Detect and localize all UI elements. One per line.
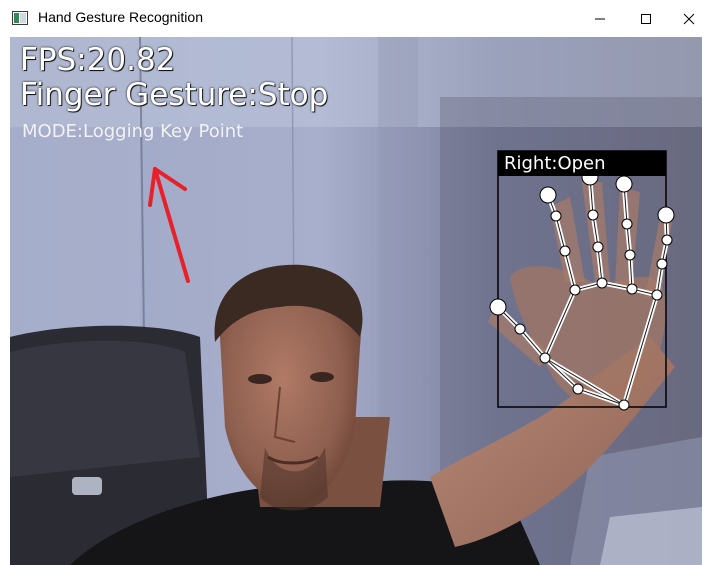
maximize-icon bbox=[641, 13, 651, 24]
close-button[interactable] bbox=[666, 0, 712, 37]
fps-readout: FPS:20.82 bbox=[20, 42, 176, 78]
red-arrow-annotation bbox=[148, 167, 190, 283]
app-icon bbox=[12, 11, 28, 25]
mode-readout: MODE:Logging Key Point bbox=[22, 121, 244, 142]
finger-gesture-readout: Finger Gesture:Stop bbox=[20, 77, 329, 113]
camera-feed: FPS:20.82 Finger Gesture:Stop MODE:Loggi… bbox=[10, 37, 702, 565]
minimize-icon bbox=[595, 18, 605, 19]
hand-label: Right:Open bbox=[504, 153, 606, 174]
close-icon bbox=[683, 13, 695, 24]
minimize-button[interactable] bbox=[577, 0, 623, 37]
window-title: Hand Gesture Recognition bbox=[38, 9, 203, 25]
maximize-button[interactable] bbox=[623, 0, 669, 37]
window-titlebar[interactable]: Hand Gesture Recognition bbox=[0, 0, 712, 37]
